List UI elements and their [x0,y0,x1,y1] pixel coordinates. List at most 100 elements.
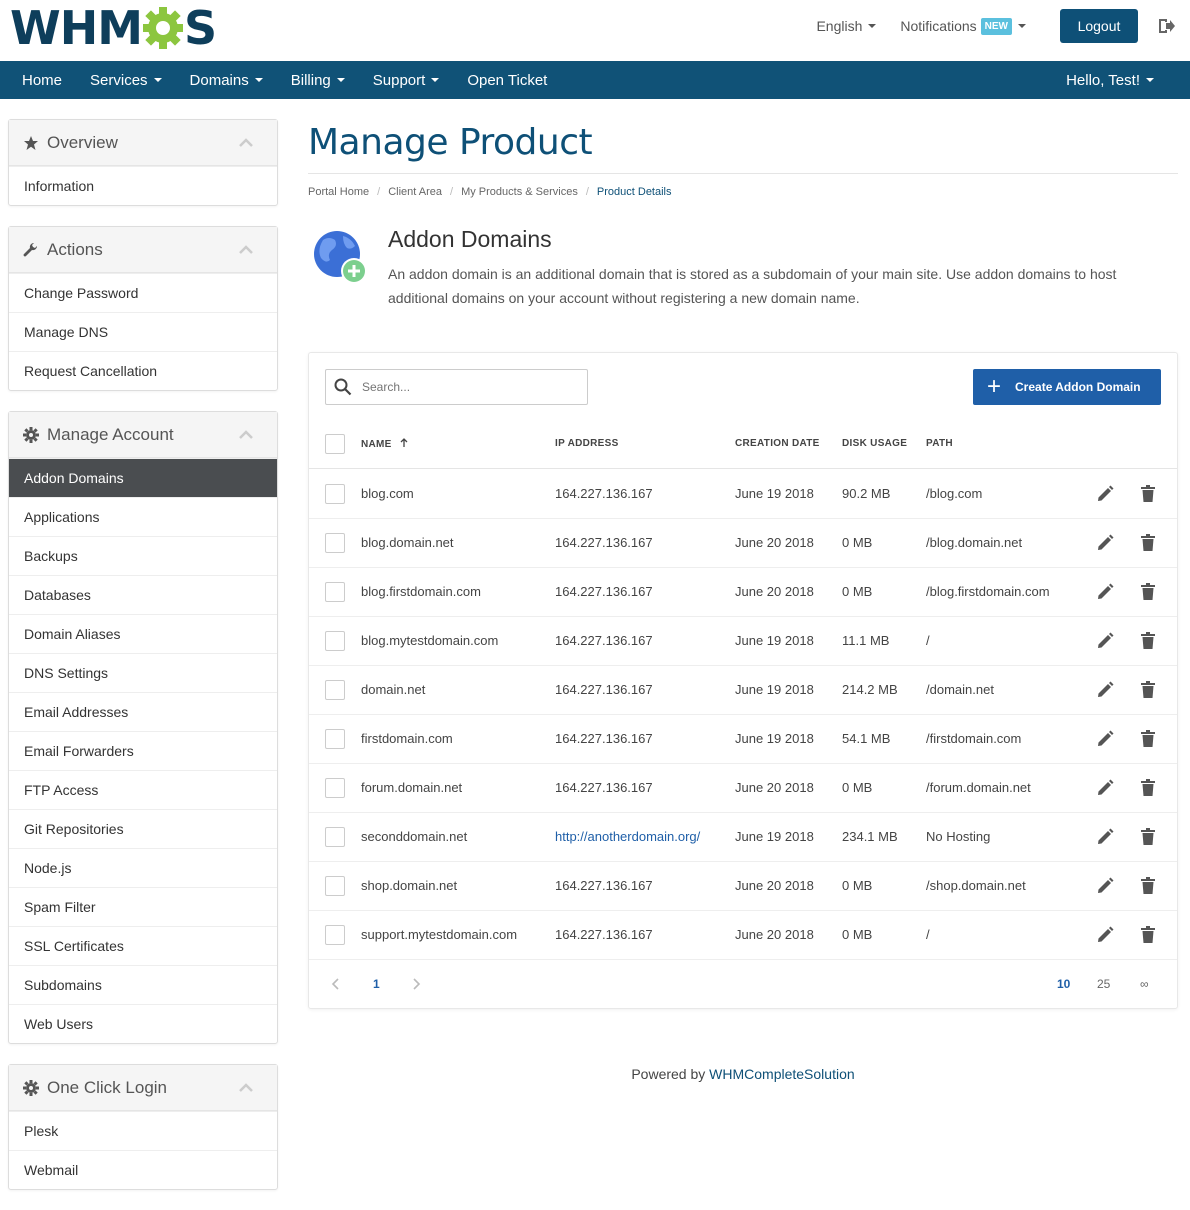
sidebar-item-change-password[interactable]: Change Password [9,273,277,312]
chevron-up-icon[interactable] [239,430,253,439]
actions-heading[interactable]: Actions [9,227,277,273]
delete-trash-icon[interactable] [1138,778,1158,798]
logout-button[interactable]: Logout [1060,9,1138,43]
sidebar-item-git-repositories[interactable]: Git Repositories [9,809,277,848]
select-all-checkbox[interactable] [325,434,345,454]
chevron-up-icon[interactable] [239,138,253,147]
chevron-up-icon[interactable] [239,1083,253,1092]
user-menu[interactable]: Hello, Test! [1052,61,1168,99]
next-page-icon[interactable] [411,978,421,990]
delete-trash-icon[interactable] [1138,876,1158,896]
table-row[interactable]: forum.domain.net 164.227.136.167 June 20 2… [309,764,1177,813]
table-row[interactable]: support.mytestdomain.com 164.227.136.167 J… [309,911,1177,960]
col-name[interactable]: NAME [361,438,409,450]
breadcrumb-client-area[interactable]: Client Area [388,186,442,198]
sidebar-item-information[interactable]: Information [9,166,277,205]
sidebar-item-ssl-certificates[interactable]: SSL Certificates [9,926,277,965]
sidebar-item-plesk[interactable]: Plesk [9,1111,277,1150]
row-checkbox[interactable] [325,729,345,749]
manage-account-heading[interactable]: Manage Account [9,412,277,458]
notifications-dropdown[interactable]: Notifications NEW [900,17,1026,35]
exit-icon[interactable] [1156,16,1176,36]
nav-billing[interactable]: Billing [277,61,359,99]
sidebar-item-webmail[interactable]: Webmail [9,1150,277,1189]
edit-pencil-icon[interactable] [1095,778,1115,798]
sidebar-item-addon-domains[interactable]: Addon Domains [9,458,277,497]
row-checkbox[interactable] [325,484,345,504]
edit-pencil-icon[interactable] [1095,729,1115,749]
page-size-25[interactable]: 25 [1097,977,1110,991]
cell-ip-address[interactable]: http://anotherdomain.org/ [555,829,700,844]
row-checkbox[interactable] [325,582,345,602]
row-checkbox[interactable] [325,631,345,651]
breadcrumb-portal-home[interactable]: Portal Home [308,186,369,198]
row-checkbox[interactable] [325,827,345,847]
one-click-login-heading[interactable]: One Click Login [9,1065,277,1111]
delete-trash-icon[interactable] [1138,680,1158,700]
sidebar-item-nodejs[interactable]: Node.js [9,848,277,887]
row-checkbox[interactable] [325,876,345,896]
delete-trash-icon[interactable] [1138,631,1158,651]
delete-trash-icon[interactable] [1138,827,1158,847]
edit-pencil-icon[interactable] [1095,876,1115,896]
row-checkbox[interactable] [325,778,345,798]
col-disk-usage[interactable]: DISK USAGE [842,438,907,449]
sidebar-item-web-users[interactable]: Web Users [9,1004,277,1043]
nav-open-ticket[interactable]: Open Ticket [453,61,561,99]
search-box[interactable] [325,369,588,405]
edit-pencil-icon[interactable] [1095,484,1115,504]
sidebar-item-ftp-access[interactable]: FTP Access [9,770,277,809]
footer-link[interactable]: WHMCompleteSolution [709,1066,855,1082]
nav-support[interactable]: Support [359,61,454,99]
table-row[interactable]: domain.net 164.227.136.167 June 19 2018 214… [309,666,1177,715]
sidebar-item-spam-filter[interactable]: Spam Filter [9,887,277,926]
edit-pencil-icon[interactable] [1095,925,1115,945]
table-row[interactable]: blog.com 164.227.136.167 June 19 2018 90.2 … [309,470,1177,519]
delete-trash-icon[interactable] [1138,533,1158,553]
table-row[interactable]: blog.mytestdomain.com 164.227.136.167 June… [309,617,1177,666]
table-row[interactable]: shop.domain.net 164.227.136.167 June 20 20… [309,862,1177,911]
delete-trash-icon[interactable] [1138,925,1158,945]
overview-heading[interactable]: Overview [9,120,277,166]
row-checkbox[interactable] [325,533,345,553]
sidebar-item-subdomains[interactable]: Subdomains [9,965,277,1004]
delete-trash-icon[interactable] [1138,729,1158,749]
sidebar-item-backups[interactable]: Backups [9,536,277,575]
page-size-all[interactable]: ∞ [1140,977,1149,991]
create-addon-domain-button[interactable]: + Create Addon Domain [973,369,1161,405]
sidebar-item-email-addresses[interactable]: Email Addresses [9,692,277,731]
delete-trash-icon[interactable] [1138,484,1158,504]
nav-home[interactable]: Home [0,61,76,99]
sidebar-item-email-forwarders[interactable]: Email Forwarders [9,731,277,770]
edit-pencil-icon[interactable] [1095,533,1115,553]
sidebar-item-manage-dns[interactable]: Manage DNS [9,312,277,351]
sidebar-item-request-cancellation[interactable]: Request Cancellation [9,351,277,390]
table-row[interactable]: blog.firstdomain.com 164.227.136.167 June … [309,568,1177,617]
language-dropdown[interactable]: English [816,18,877,34]
search-input[interactable] [362,380,562,394]
table-row[interactable]: firstdomain.com 164.227.136.167 June 19 20… [309,715,1177,764]
table-row[interactable]: blog.domain.net 164.227.136.167 June 20 20… [309,519,1177,568]
page-size-10[interactable]: 10 [1057,977,1070,991]
edit-pencil-icon[interactable] [1095,582,1115,602]
row-checkbox[interactable] [325,680,345,700]
breadcrumb-my-products[interactable]: My Products & Services [461,186,578,198]
col-ip-address[interactable]: IP ADDRESS [555,438,619,449]
table-row[interactable]: seconddomain.net http://anotherdomain.org… [309,813,1177,862]
edit-pencil-icon[interactable] [1095,680,1115,700]
edit-pencil-icon[interactable] [1095,631,1115,651]
page-1[interactable]: 1 [373,977,380,991]
delete-trash-icon[interactable] [1138,582,1158,602]
chevron-up-icon[interactable] [239,245,253,254]
sidebar-item-applications[interactable]: Applications [9,497,277,536]
sidebar-item-domain-aliases[interactable]: Domain Aliases [9,614,277,653]
prev-page-icon[interactable] [331,978,341,990]
col-path[interactable]: PATH [926,438,953,449]
edit-pencil-icon[interactable] [1095,827,1115,847]
sidebar-item-dns-settings[interactable]: DNS Settings [9,653,277,692]
nav-domains[interactable]: Domains [176,61,277,99]
sidebar-item-databases[interactable]: Databases [9,575,277,614]
row-checkbox[interactable] [325,925,345,945]
whmcs-logo[interactable]: WHM S [10,1,217,55]
col-creation-date[interactable]: CREATION DATE [735,438,820,449]
